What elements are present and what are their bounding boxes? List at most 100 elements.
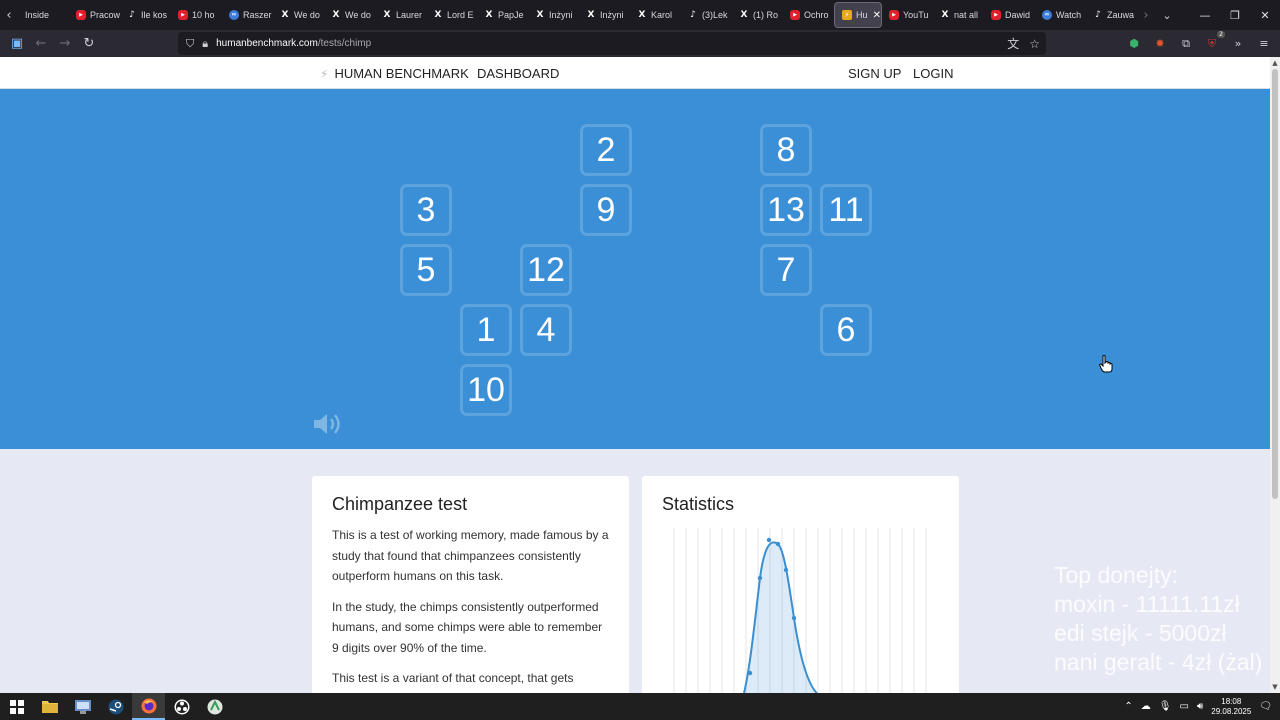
number-tile-7[interactable]: 7 — [760, 244, 812, 296]
close-tab-icon[interactable]: ✕ — [873, 10, 881, 21]
number-tile-13[interactable]: 13 — [760, 184, 812, 236]
browser-tab[interactable]: ♪ Ile kos — [120, 2, 171, 28]
tab-strip: Inside ▶ Pracow ♪ Ile kos ▶ 10 ho ∞ Raszer X We do… — [18, 0, 1137, 30]
browser-tab[interactable]: X Lord E — [426, 2, 477, 28]
bookmark-star-icon[interactable]: ☆ — [1029, 37, 1040, 51]
reload-icon[interactable]: ↻ — [77, 32, 101, 56]
browser-tab[interactable]: X PapJe — [477, 2, 528, 28]
number-tile-8[interactable]: 8 — [760, 124, 812, 176]
lock-icon[interactable]: 🔒︎ — [202, 37, 208, 51]
number-tile-10[interactable]: 10 — [460, 364, 512, 416]
browser-tab[interactable]: ♪ Zauwa — [1086, 2, 1137, 28]
windows-start-icon[interactable] — [0, 693, 33, 720]
page-scrollbar[interactable]: ▲ ▼ — [1270, 57, 1280, 693]
youtube-favicon-icon: ▶ — [76, 10, 86, 20]
number-tile-9[interactable]: 9 — [580, 184, 632, 236]
overflow-chevrons-icon[interactable]: » — [1230, 36, 1246, 52]
sound-toggle-speaker-icon[interactable] — [312, 411, 344, 442]
window-controls: — ❐ ✕ — [1190, 0, 1280, 30]
volume-icon[interactable]: 🔊︎ — [1197, 701, 1203, 712]
x-favicon-icon: X — [281, 10, 289, 20]
x-favicon-icon: X — [434, 10, 442, 20]
overlay-line-1: Top donejty: — [1054, 562, 1179, 588]
overlay-line-4: nani geralt - 4zł (żal) — [1054, 649, 1263, 675]
browser-tab-bar: ‹ Inside ▶ Pracow ♪ Ile kos ▶ 10 ho ∞ Raszer X We … — [0, 0, 1280, 30]
minimize-icon[interactable]: — — [1190, 0, 1220, 30]
scrollbar-thumb[interactable] — [1272, 69, 1278, 499]
address-bar[interactable]: ⛉ 🔒︎ humanbenchmark.com/tests/chimp 文 ☆ — [178, 32, 1046, 55]
browser-tab[interactable]: ∞ Watch — [1035, 2, 1086, 28]
browser-tab[interactable]: ▶ 10 ho — [171, 2, 222, 28]
app-window-icon[interactable] — [66, 693, 99, 720]
app-green-icon[interactable] — [198, 693, 231, 720]
number-tile-5[interactable]: 5 — [400, 244, 452, 296]
login-link[interactable]: LOGIN — [913, 66, 953, 81]
brand-link[interactable]: ⚡︎ HUMAN BENCHMARK — [320, 66, 469, 81]
restore-icon[interactable]: ❐ — [1220, 0, 1250, 30]
browser-tab[interactable]: X Karol — [630, 2, 681, 28]
onedrive-cloud-icon[interactable]: ☁ — [1141, 701, 1151, 712]
sidebar-toggle-icon[interactable]: ▣ — [5, 32, 29, 56]
number-tile-3[interactable]: 3 — [400, 184, 452, 236]
scroll-down-icon[interactable]: ▼ — [1270, 682, 1280, 692]
firefox-taskbar-icon[interactable] — [132, 693, 165, 720]
file-explorer-icon[interactable] — [33, 693, 66, 720]
lightning-bolt-icon: ⚡︎ — [320, 66, 329, 81]
number-tile-2[interactable]: 2 — [580, 124, 632, 176]
scroll-up-icon[interactable]: ▲ — [1270, 58, 1280, 68]
tab-scroll-right-icon[interactable]: › — [1137, 0, 1155, 30]
link-favicon-icon: ∞ — [229, 10, 239, 20]
browser-tab[interactable]: X (1) Ro — [732, 2, 783, 28]
tab-label: Zauwa — [1107, 10, 1135, 20]
browser-tab[interactable]: ▶ YouTu — [882, 2, 933, 28]
browser-tab[interactable]: Inside — [18, 2, 69, 28]
browser-tab[interactable]: Xnat all — [933, 2, 984, 28]
tab-label: PapJe — [498, 10, 524, 20]
signup-link[interactable]: SIGN UP — [848, 66, 901, 81]
app-menu-icon[interactable]: ≡ — [1256, 36, 1272, 52]
statistics-card: Statistics — [642, 476, 959, 693]
browser-tab[interactable]: ▶ Pracow — [69, 2, 120, 28]
extensions-puzzle-icon[interactable]: ⧉ — [1178, 36, 1194, 52]
browser-tab[interactable]: ▶ Dawid — [984, 2, 1035, 28]
tab-list-chevron-icon[interactable]: ⌄ — [1155, 9, 1179, 22]
dashboard-link[interactable]: DASHBOARD — [477, 66, 559, 81]
close-window-icon[interactable]: ✕ — [1250, 0, 1280, 30]
obs-icon[interactable] — [165, 693, 198, 720]
browser-tab[interactable]: X We do — [324, 2, 375, 28]
browser-tab[interactable]: X We do — [273, 2, 324, 28]
forward-icon[interactable]: → — [53, 32, 77, 56]
microphone-icon[interactable]: 🎙︎ — [1159, 701, 1172, 712]
back-icon[interactable]: ← — [29, 32, 53, 56]
browser-tab[interactable]: ∞ Raszer — [222, 2, 273, 28]
taskbar-clock[interactable]: 18:08 29.08.2025 — [1211, 697, 1251, 717]
ublock-extension-icon[interactable]: ⛨ 2 — [1204, 30, 1225, 52]
browser-tab[interactable]: ♪ (3)Lek — [681, 2, 732, 28]
notifications-icon[interactable]: 🗨︎ — [1259, 701, 1272, 712]
url-text[interactable]: humanbenchmark.com/tests/chimp — [216, 38, 371, 49]
extension-badge: 2 — [1217, 30, 1225, 38]
translate-icon[interactable]: 文 — [1007, 35, 1019, 52]
tray-overflow-chevron-icon[interactable]: ⌃ — [1124, 701, 1132, 712]
number-tile-6[interactable]: 6 — [820, 304, 872, 356]
chimp-test-arena[interactable]: 2 8 3 9 13 11 5 12 7 1 4 6 10 — [0, 89, 1270, 449]
browser-tab[interactable]: ⚡ Hu ✕ — [834, 2, 882, 28]
number-tile-12[interactable]: 12 — [520, 244, 572, 296]
browser-tab[interactable]: X Inżyni — [579, 2, 630, 28]
browser-tab[interactable]: ▶ Ochro — [783, 2, 834, 28]
browser-tab[interactable]: X Laurer — [375, 2, 426, 28]
tab-label: Raszer — [243, 10, 272, 20]
fox-extension-icon[interactable]: ✸ — [1152, 36, 1168, 52]
tiktok-favicon-icon: ♪ — [129, 10, 135, 20]
steam-icon[interactable] — [99, 693, 132, 720]
x-favicon-icon: X — [638, 10, 646, 20]
network-icon[interactable]: ▭ — [1179, 701, 1188, 712]
number-tile-4[interactable]: 4 — [520, 304, 572, 356]
tracking-shield-icon[interactable]: ⛉ — [186, 37, 194, 51]
tab-scroll-left-icon[interactable]: ‹ — [0, 0, 18, 30]
number-tile-1[interactable]: 1 — [460, 304, 512, 356]
browser-tab[interactable]: X Inżyni — [528, 2, 579, 28]
privacy-extension-icon[interactable]: ⬢ — [1126, 36, 1142, 52]
number-tile-11[interactable]: 11 — [820, 184, 872, 236]
brand-name: HUMAN BENCHMARK — [334, 66, 469, 81]
